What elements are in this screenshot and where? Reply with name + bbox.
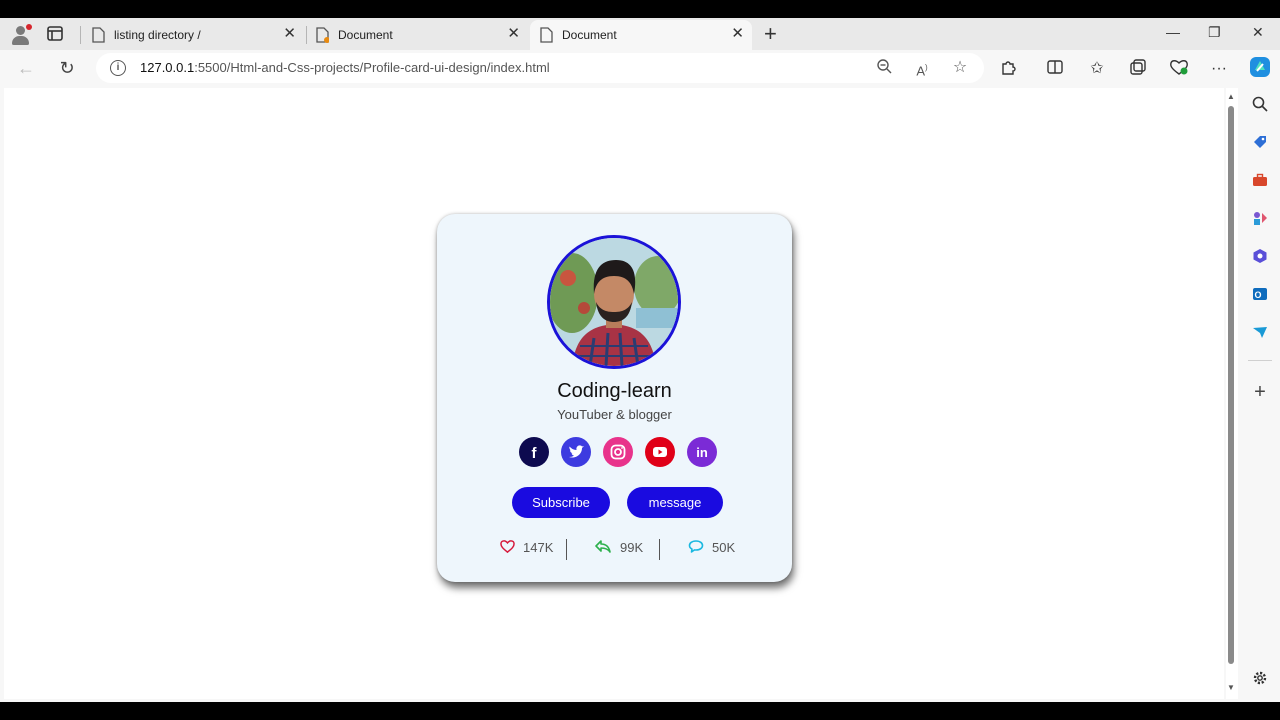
profile-card: Coding-learn YouTuber & blogger f in Sub… [437, 214, 792, 582]
copilot-icon[interactable] [1248, 55, 1272, 79]
share-icon[interactable] [595, 539, 611, 559]
more-options-icon[interactable]: ··· [1208, 58, 1230, 80]
comment-icon[interactable] [688, 539, 704, 559]
edge-sidebar: O + [1240, 88, 1280, 702]
heart-icon[interactable] [500, 539, 515, 559]
facebook-icon[interactable]: f [519, 437, 549, 467]
refresh-icon[interactable]: ↻ [55, 56, 79, 80]
toolbar: ← ↻ i 127.0.0.1:5500/Html-and-Css-projec… [0, 50, 1280, 86]
page-icon [92, 27, 105, 43]
vertical-scrollbar[interactable]: ▲ ▼ [1226, 88, 1238, 699]
profile-icon[interactable] [10, 24, 32, 46]
restore-icon[interactable]: ❐ [1208, 24, 1221, 41]
screen: listing directory / ✕ Document ✕ Documen… [0, 0, 1280, 720]
svg-text:O: O [1254, 290, 1261, 300]
outlook-icon[interactable]: O [1250, 286, 1270, 306]
send-drop-icon[interactable] [1250, 324, 1270, 344]
svg-text:in: in [696, 445, 708, 460]
close-tab-icon[interactable]: ✕ [283, 26, 296, 42]
new-tab-button[interactable]: + [764, 22, 777, 46]
message-button[interactable]: message [627, 487, 723, 518]
favorite-star-icon[interactable]: ☆ [950, 58, 970, 78]
read-aloud-icon[interactable]: A) [912, 58, 932, 78]
scrollbar-thumb[interactable] [1228, 106, 1234, 664]
shopping-tag-icon[interactable] [1250, 134, 1270, 154]
extensions-icon[interactable] [998, 58, 1020, 80]
linkedin-icon[interactable]: in [687, 437, 717, 467]
scroll-up-arrow-icon[interactable]: ▲ [1227, 92, 1235, 101]
sidebar-settings-gear-icon[interactable] [1250, 670, 1270, 690]
profile-name: Coding-learn [557, 380, 672, 402]
favorites-icon[interactable]: ✩ [1086, 58, 1108, 80]
minimize-icon[interactable]: — [1166, 24, 1180, 40]
page-icon [540, 27, 553, 43]
profile-avatar [547, 235, 681, 369]
browser-window: listing directory / ✕ Document ✕ Documen… [0, 18, 1280, 702]
sidebar-divider [1248, 360, 1272, 361]
stat-divider [566, 539, 567, 560]
zoom-out-icon[interactable] [874, 58, 894, 78]
address-bar[interactable]: i 127.0.0.1:5500/Html-and-Css-projects/P… [96, 53, 984, 83]
microsoft-365-icon[interactable] [1250, 248, 1270, 268]
games-icon[interactable] [1250, 210, 1270, 230]
tab-separator [80, 26, 81, 44]
instagram-icon[interactable] [603, 437, 633, 467]
youtube-icon[interactable] [645, 437, 675, 467]
comments-count: 50K [712, 540, 736, 555]
scroll-down-arrow-icon[interactable]: ▼ [1227, 683, 1235, 692]
back-icon[interactable]: ← [14, 56, 38, 80]
url-text[interactable]: 127.0.0.1:5500/Html-and-Css-projects/Pro… [140, 60, 550, 75]
likes-count: 147K [523, 540, 554, 555]
profile-role: YouTuber & blogger [557, 407, 672, 422]
twitter-icon[interactable] [561, 437, 591, 467]
close-tab-icon[interactable]: ✕ [507, 26, 520, 42]
browser-essentials-icon[interactable] [1168, 58, 1190, 80]
tools-briefcase-icon[interactable] [1250, 172, 1270, 192]
page-warning-icon [316, 27, 330, 43]
svg-text:f: f [532, 445, 538, 462]
split-screen-icon[interactable] [1044, 58, 1066, 80]
add-sidebar-app-icon[interactable]: + [1250, 382, 1270, 402]
search-icon[interactable] [1250, 96, 1270, 116]
page-viewport: Coding-learn YouTuber & blogger f in Sub… [4, 88, 1224, 699]
tab-listing-directory[interactable]: listing directory / ✕ [82, 20, 304, 50]
tab-title: Document [562, 28, 617, 42]
tab-document-active[interactable]: Document ✕ [530, 20, 752, 50]
collections-icon[interactable] [1127, 58, 1149, 80]
shares-count: 99K [620, 540, 644, 555]
site-info-icon[interactable]: i [110, 60, 126, 76]
tab-title: Document [338, 28, 393, 42]
subscribe-button[interactable]: Subscribe [512, 487, 610, 518]
tab-actions-icon[interactable] [44, 25, 66, 43]
tab-strip: listing directory / ✕ Document ✕ Documen… [0, 18, 1280, 50]
stat-divider [659, 539, 660, 560]
close-tab-icon[interactable]: ✕ [731, 26, 744, 42]
tab-document[interactable]: Document ✕ [306, 20, 528, 50]
close-window-icon[interactable]: ✕ [1252, 24, 1264, 41]
tab-title: listing directory / [114, 28, 201, 42]
